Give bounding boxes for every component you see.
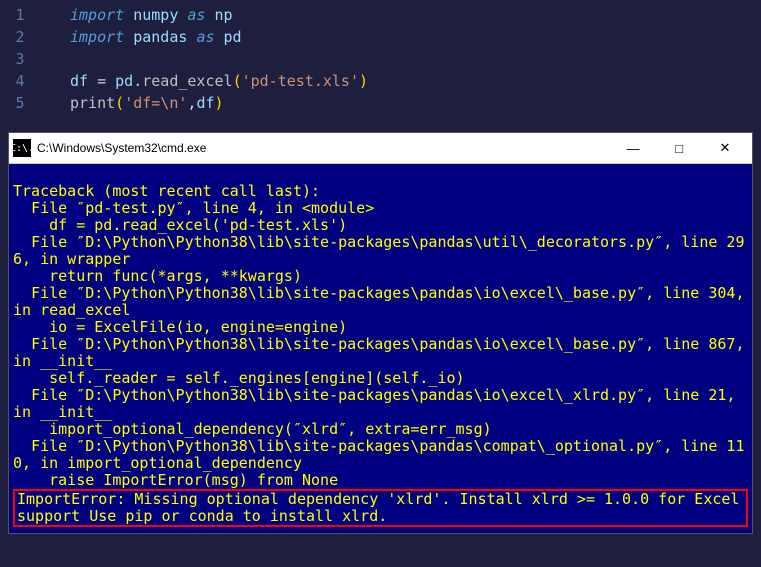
cmd-icon: C:\. xyxy=(13,139,31,157)
editor-line[interactable]: 3 xyxy=(0,48,761,70)
line-content: import numpy as np xyxy=(40,4,233,26)
minimize-button[interactable]: — xyxy=(610,133,656,163)
editor-line[interactable]: 1import numpy as np xyxy=(0,4,761,26)
error-highlight: ImportError: Missing optional dependency… xyxy=(13,489,748,527)
window-title: C:\Windows\System32\cmd.exe xyxy=(37,141,610,155)
maximize-button[interactable]: □ xyxy=(656,133,702,163)
line-content xyxy=(40,48,70,70)
line-content: df = pd.read_excel('pd-test.xls') xyxy=(40,70,368,92)
line-content: import pandas as pd xyxy=(40,26,242,48)
line-number: 1 xyxy=(0,4,40,26)
line-number: 5 xyxy=(0,92,40,114)
terminal-output[interactable]: Traceback (most recent call last): File … xyxy=(9,164,752,533)
code-editor[interactable]: 1import numpy as np2import pandas as pd3… xyxy=(0,0,761,124)
close-button[interactable]: ✕ xyxy=(702,133,748,163)
line-number: 3 xyxy=(0,48,40,70)
editor-line[interactable]: 5print('df=\n',df) xyxy=(0,92,761,114)
line-content: print('df=\n',df) xyxy=(40,92,224,114)
line-number: 4 xyxy=(0,70,40,92)
line-number: 2 xyxy=(0,26,40,48)
editor-line[interactable]: 4df = pd.read_excel('pd-test.xls') xyxy=(0,70,761,92)
traceback-text: Traceback (most recent call last): File … xyxy=(13,182,754,489)
titlebar[interactable]: C:\. C:\Windows\System32\cmd.exe — □ ✕ xyxy=(9,133,752,164)
editor-line[interactable]: 2import pandas as pd xyxy=(0,26,761,48)
terminal-window: C:\. C:\Windows\System32\cmd.exe — □ ✕ T… xyxy=(8,132,753,534)
